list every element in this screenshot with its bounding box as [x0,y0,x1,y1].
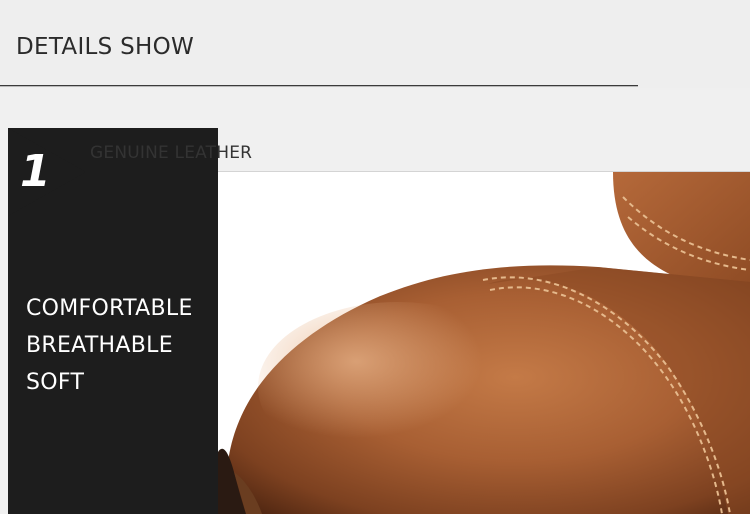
section-number: 1 [20,146,51,197]
shoe-photo [218,172,750,514]
feature-list: COMFORTABLE BREATHABLE SOFT [26,290,193,401]
shoe-illustration [218,172,750,514]
feature-item-comfortable: COMFORTABLE [26,296,193,321]
section-title: GENUINE LEATHER [90,143,253,163]
header-divider [0,85,638,87]
feature-item-soft: SOFT [26,370,85,395]
page-title: DETAILS SHOW [16,34,195,60]
page-header: DETAILS SHOW [0,0,750,88]
feature-item-breathable: BREATHABLE [26,333,173,358]
